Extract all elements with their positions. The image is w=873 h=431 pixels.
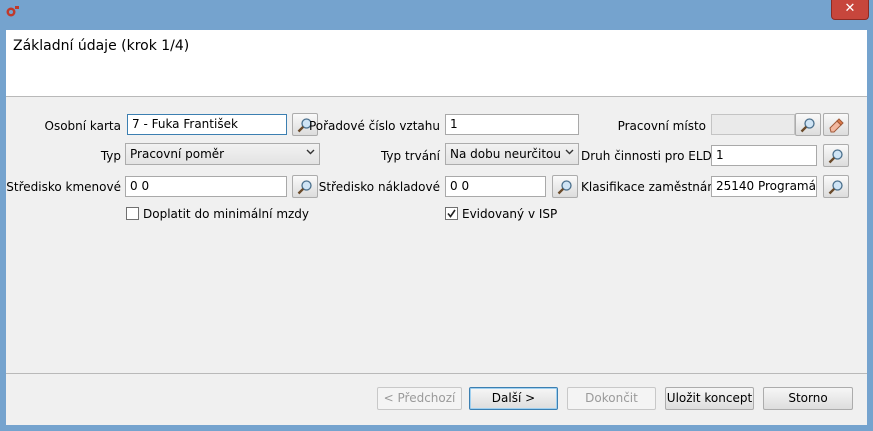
stredisko-kmenove-input[interactable]: 0 0	[125, 176, 287, 197]
typ-trvani-select[interactable]: Na dobu neurčitou	[445, 143, 579, 165]
stredisko-kmenove-label: Středisko kmenové	[6, 180, 121, 194]
wizard-header: Základní údaje (krok 1/4)	[6, 30, 867, 97]
search-icon	[800, 118, 815, 133]
typ-select-value: Pracovní poměr	[130, 147, 225, 161]
next-button[interactable]: Další >	[469, 387, 558, 410]
evidovany-checkbox[interactable]	[445, 207, 458, 220]
stredisko-nakladove-lookup-button[interactable]	[552, 175, 578, 198]
typ-label: Typ	[100, 149, 121, 163]
pracovni-misto-lookup-button[interactable]	[795, 113, 821, 136]
poradove-cislo-input[interactable]: 1	[445, 114, 579, 135]
close-icon: ✕	[844, 1, 856, 16]
typ-trvani-select-value: Na dobu neurčitou	[450, 147, 561, 161]
druh-cinnosti-label: Druh činnosti pro ELDP	[581, 149, 719, 163]
typ-trvani-label: Typ trvání	[380, 149, 440, 163]
poradove-cislo-label: Pořadové číslo vztahu	[308, 119, 440, 133]
app-icon	[6, 5, 20, 17]
klasifikace-label: Klasifikace zaměstnání	[581, 180, 719, 194]
doplatit-label: Doplatit do minimální mzdy	[143, 207, 310, 221]
osobni-karta-label: Osobní karta	[44, 119, 122, 133]
checkmark-icon	[447, 209, 456, 218]
footer-divider	[6, 373, 867, 374]
pracovni-misto-input[interactable]	[711, 114, 795, 135]
search-icon	[828, 180, 843, 195]
title-bar[interactable]: ✕	[0, 0, 873, 25]
cancel-button[interactable]: Storno	[763, 387, 853, 410]
pracovni-misto-clear-button[interactable]	[823, 113, 849, 136]
stredisko-nakladove-input[interactable]: 0 0	[445, 176, 546, 197]
stredisko-nakladove-label: Středisko nákladové	[318, 180, 440, 194]
pracovni-misto-label: Pracovní místo	[617, 119, 706, 133]
search-icon	[557, 180, 572, 195]
evidovany-checkbox-row[interactable]: Evidovaný v ISP	[445, 207, 557, 221]
search-icon	[828, 149, 843, 164]
evidovany-label: Evidovaný v ISP	[462, 207, 558, 221]
typ-select[interactable]: Pracovní poměr	[125, 143, 320, 165]
klasifikace-input[interactable]: 25140 Programáto	[711, 176, 817, 197]
page-title: Základní údaje (krok 1/4)	[13, 38, 190, 54]
doplatit-checkbox[interactable]	[126, 207, 139, 220]
close-button[interactable]: ✕	[831, 0, 869, 20]
chevron-down-icon	[565, 149, 574, 155]
doplatit-checkbox-row[interactable]: Doplatit do minimální mzdy	[126, 207, 309, 221]
druh-cinnosti-input[interactable]: 1	[711, 145, 817, 166]
dialog-window: ✕ Základní údaje (krok 1/4) Osobní karta…	[0, 0, 873, 431]
save-draft-button[interactable]: Uložit koncept	[665, 387, 754, 410]
dialog-content: Základní údaje (krok 1/4) Osobní karta 7…	[6, 30, 867, 425]
previous-button[interactable]: < Předchozí	[377, 387, 462, 410]
druh-cinnosti-lookup-button[interactable]	[823, 144, 849, 167]
klasifikace-lookup-button[interactable]	[823, 175, 849, 198]
osobni-karta-input[interactable]: 7 - Fuka František	[127, 114, 287, 135]
eraser-icon	[829, 118, 844, 133]
finish-button[interactable]: Dokončit	[567, 387, 656, 410]
